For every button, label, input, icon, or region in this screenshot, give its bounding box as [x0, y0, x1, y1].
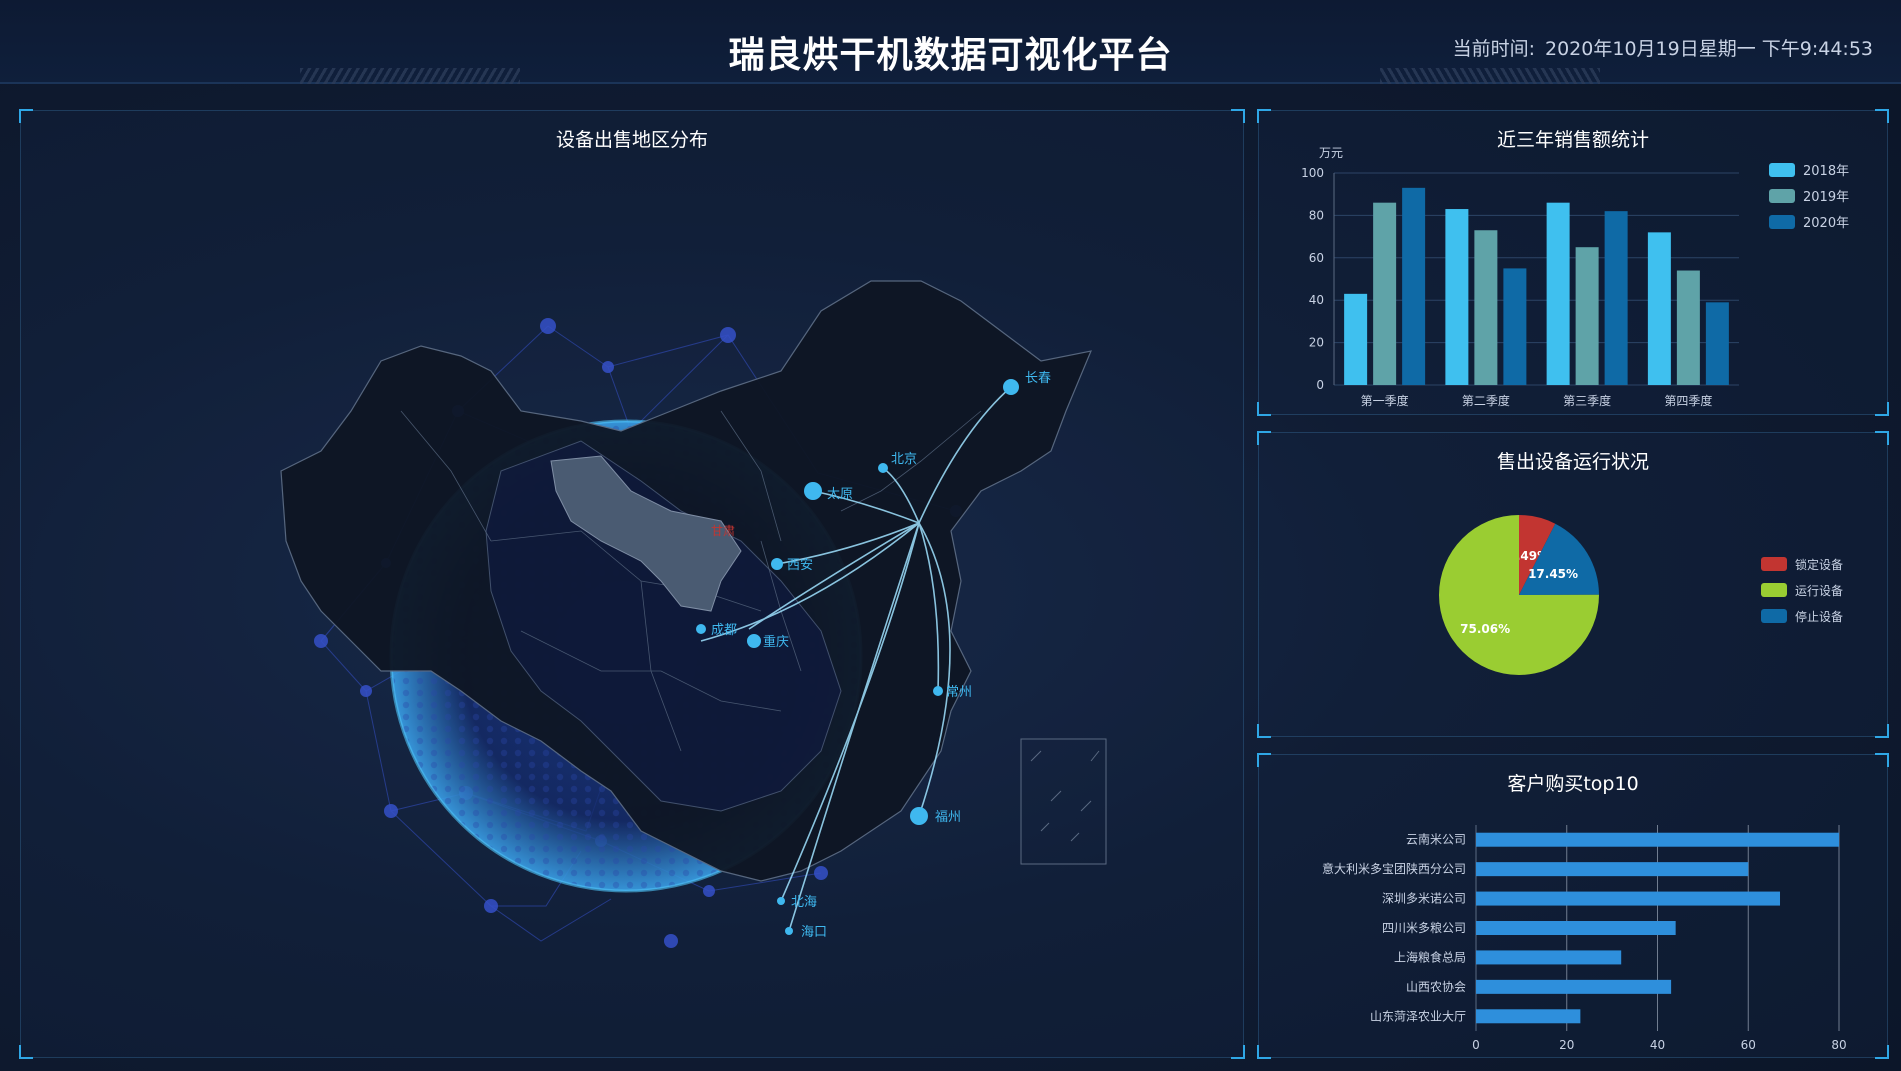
city-label-chongqing: 重庆	[763, 634, 789, 650]
bar	[1476, 921, 1676, 935]
current-time-value: 2020年10月19日星期一 下午9:44:53	[1545, 38, 1873, 60]
header-bar: 瑞良烘干机数据可视化平台 当前时间: 2020年10月19日星期一 下午9:44:…	[0, 0, 1901, 84]
city-label-xian: 西安	[787, 558, 813, 573]
bar	[1647, 232, 1671, 385]
bar	[1503, 268, 1527, 385]
bar	[1476, 832, 1839, 847]
x-tick-label: 80	[1831, 1038, 1846, 1052]
y-tick-label: 80	[1309, 208, 1324, 222]
legend-swatch	[1769, 163, 1795, 177]
x-tick-label: 40	[1650, 1038, 1665, 1052]
bar	[1445, 209, 1469, 385]
category-label: 深圳多米诺公司	[1382, 892, 1466, 906]
sales-bar-chart[interactable]: 0 20 40 60 80 100 万元第一季度 第二季度 第三季度 第四季度 2018年 2019年…	[1259, 111, 1889, 416]
current-time-label: 当前时间:	[1452, 38, 1535, 60]
legend-label: 停止设备	[1795, 609, 1843, 624]
bar	[1373, 202, 1397, 385]
legend-label: 2019年	[1803, 190, 1849, 205]
status-panel: 售出设备运行状况 7.49% 17.45% 75.06% 锁定设备 运行设备 停止设备	[1257, 431, 1889, 738]
bar	[1476, 891, 1781, 906]
x-tick-label: 60	[1741, 1038, 1756, 1052]
x-tick-label: 第四季度	[1664, 393, 1712, 408]
bar	[1546, 202, 1570, 385]
legend-label: 2018年	[1803, 164, 1849, 179]
category-label: 上海粮食总局	[1394, 949, 1466, 964]
bar	[1474, 230, 1498, 385]
y-tick-label: 60	[1309, 251, 1324, 265]
pie-slice-label: 17.45%	[1528, 567, 1578, 581]
city-label-changchun: 长春	[1025, 371, 1051, 386]
bar	[1476, 1009, 1581, 1024]
city-label-chengdu: 成都	[711, 623, 737, 638]
x-tick-label: 第二季度	[1462, 393, 1510, 408]
x-tick-label: 第三季度	[1563, 393, 1611, 408]
sales-panel: 近三年销售额统计 0 20 40 60 80 100 万元 第一季度 第二季度 第三季度 第四季度 2…	[1257, 109, 1889, 416]
y-tick-label: 0	[1316, 378, 1324, 392]
bar	[1344, 293, 1368, 385]
city-label-changzhou: 常州	[946, 685, 972, 700]
legend-label: 锁定设备	[1795, 557, 1843, 572]
y-tick-label: 100	[1301, 166, 1324, 180]
legend-swatch	[1761, 583, 1787, 597]
legend-swatch	[1761, 557, 1787, 571]
city-label-fuzhou: 福州	[935, 810, 961, 825]
legend-label: 2020年	[1803, 216, 1849, 231]
category-label: 云南米公司	[1406, 832, 1466, 847]
y-tick-label: 40	[1309, 293, 1324, 307]
city-label-taiyuan: 太原	[827, 487, 853, 502]
city-label-haikou: 海口	[801, 925, 827, 940]
highlight-province-label: 甘肃	[711, 524, 735, 538]
x-tick-label: 20	[1559, 1038, 1574, 1052]
bar	[1476, 950, 1622, 965]
category-label: 山西农协会	[1406, 979, 1466, 994]
legend-swatch	[1769, 215, 1795, 229]
china-map[interactable]: 甘肃 北京 长春 太原 西安 成都 重庆 常州 福州 北海 海口	[21, 111, 1245, 1059]
top10-bar-chart[interactable]: 0 20 40 60 80 云南米公司意大利米多宝团陕西分公司深圳多米诺公司四川米多粮公司…	[1259, 755, 1889, 1059]
category-label: 四川米多粮公司	[1382, 920, 1466, 935]
pie-slice-label: 75.06%	[1460, 622, 1510, 636]
legend-swatch	[1769, 189, 1795, 203]
bar	[1705, 302, 1729, 385]
bar	[1575, 247, 1599, 385]
bar	[1604, 211, 1628, 385]
y-axis-label: 万元	[1319, 146, 1343, 160]
bar	[1402, 187, 1426, 385]
y-tick-label: 20	[1309, 336, 1324, 350]
current-time: 当前时间: 2020年10月19日星期一 下午9:44:53	[1453, 34, 1873, 61]
city-label-beihai: 北海	[791, 895, 817, 910]
city-label-beijing: 北京	[891, 452, 917, 467]
legend-label: 运行设备	[1795, 584, 1843, 598]
top10-panel: 客户购买top10 0 20 40 60 80 云南米公司 意大利米多宝团陕西分公司 深圳多米…	[1257, 753, 1889, 1059]
bar	[1476, 862, 1749, 877]
category-label: 山东菏泽农业大厅	[1370, 1009, 1466, 1023]
south-sea-dashes	[1030, 750, 1100, 842]
legend-swatch	[1761, 609, 1787, 623]
status-pie-chart[interactable]: 7.49%17.45%75.06%锁定设备运行设备停止设备	[1259, 433, 1889, 738]
x-tick-label: 第一季度	[1361, 393, 1409, 408]
bar	[1476, 979, 1672, 994]
bar	[1676, 270, 1700, 385]
x-tick-label: 0	[1472, 1038, 1480, 1052]
map-panel: 设备出售地区分布 甘肃 北京 长春 太原 西安 成都 重庆 常州 福州 北海 海…	[19, 109, 1245, 1059]
category-label: 意大利米多宝团陕西分公司	[1322, 861, 1466, 876]
